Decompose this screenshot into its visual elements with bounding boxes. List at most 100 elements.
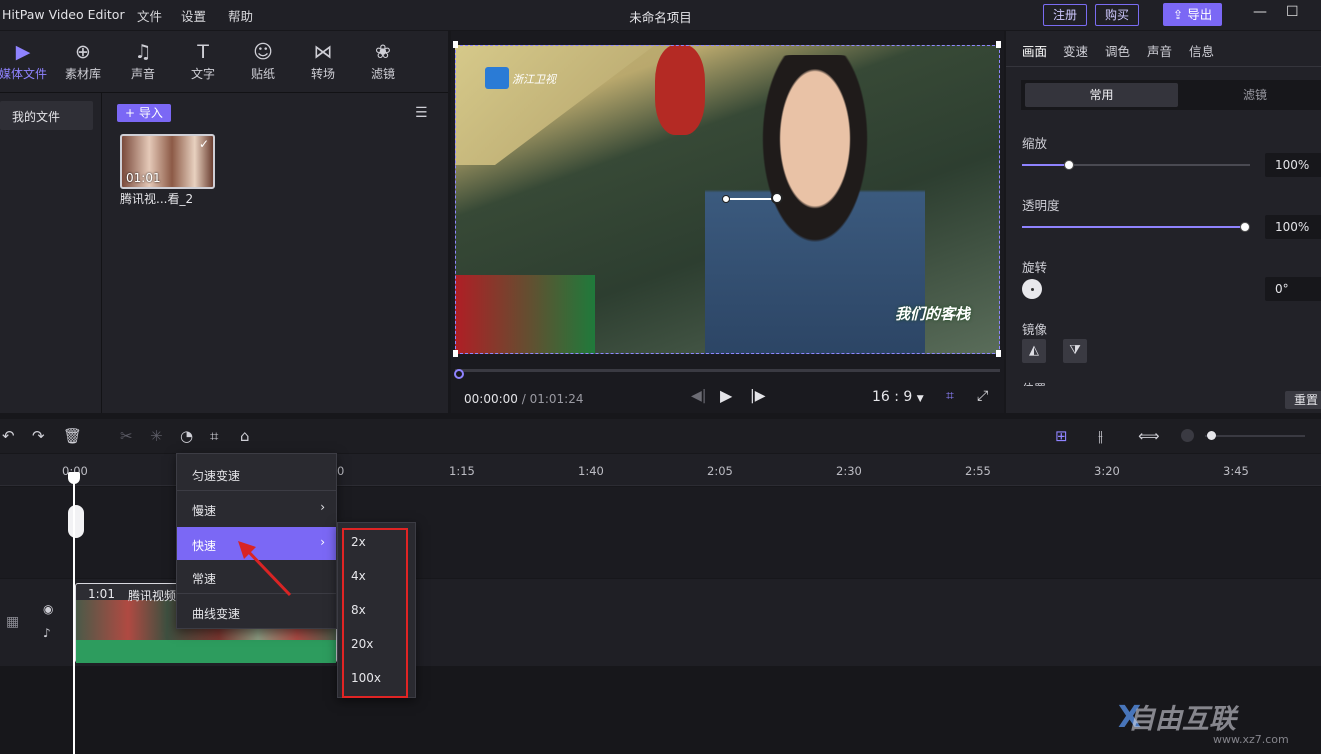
zoom-slider-knob[interactable]: [1207, 431, 1216, 440]
next-frame-icon[interactable]: |▶: [750, 388, 765, 404]
tab-picture[interactable]: 画面: [1022, 41, 1047, 60]
export-button[interactable]: ⇪ 导出: [1163, 3, 1222, 26]
buy-button[interactable]: 购买: [1095, 4, 1139, 26]
library-icon: ⊕: [75, 41, 91, 63]
resize-handle[interactable]: [453, 41, 458, 48]
thumbnail-name: 腾讯视...看_2: [120, 192, 194, 206]
crop-icon[interactable]: ⌗: [210, 427, 218, 445]
rotate-dial[interactable]: [1022, 279, 1042, 299]
zoom-slider[interactable]: [1205, 435, 1305, 437]
prev-frame-icon[interactable]: ◀|: [691, 388, 706, 404]
opacity-label: 透明度: [1022, 198, 1060, 213]
check-icon: ✓: [199, 137, 210, 151]
tab-library-label: 素材库: [64, 67, 101, 81]
menu-item-slow[interactable]: 慢速 ›: [177, 492, 336, 525]
resize-handle[interactable]: [996, 41, 1001, 48]
tab-transition[interactable]: ⋈ 转场: [293, 40, 353, 82]
register-button[interactable]: 注册: [1043, 4, 1087, 26]
selection-frame: [455, 45, 1000, 354]
mirror-label: 镜像: [1022, 322, 1048, 337]
tab-media-label: 媒体文件: [0, 67, 47, 81]
import-button[interactable]: + 导入: [117, 104, 171, 122]
ruler-label: 1:15: [449, 464, 475, 478]
opacity-slider-fill[interactable]: [1022, 226, 1244, 228]
flip-horizontal-icon[interactable]: ◭: [1022, 339, 1046, 363]
film-icon: ▦: [6, 614, 20, 630]
sticker-icon: ☺: [253, 41, 273, 63]
maximize-icon[interactable]: ☐: [1286, 4, 1299, 20]
scale-value[interactable]: 100%: [1265, 153, 1321, 177]
fullscreen-icon[interactable]: ⤢: [977, 388, 988, 404]
tab-speed[interactable]: 变速: [1063, 41, 1088, 60]
progress-knob[interactable]: [454, 369, 464, 379]
cut-icon[interactable]: ✂: [120, 427, 133, 445]
tab-library[interactable]: ⊕ 素材库: [53, 40, 113, 82]
volume-icon[interactable]: ♪: [43, 626, 51, 640]
aspect-ratio-value: 16 : 9: [872, 389, 913, 405]
tab-text[interactable]: T 文字: [173, 40, 233, 82]
music-icon: ♫: [134, 41, 152, 63]
scissors-marker-icon[interactable]: [68, 505, 84, 538]
snap-icon[interactable]: ⊞: [1055, 427, 1068, 445]
my-files-item[interactable]: 我的文件: [0, 101, 93, 130]
preview-progress-bar[interactable]: [455, 369, 1000, 372]
aspect-ratio-select[interactable]: 16 : 9 ▼: [872, 389, 924, 405]
export-icon: ⇪: [1172, 7, 1184, 22]
delete-icon[interactable]: 🗑: [63, 427, 82, 445]
filter-icon: ❀: [375, 41, 391, 63]
rotate-value[interactable]: 0°: [1265, 277, 1321, 301]
tab-audio[interactable]: 声音: [1147, 41, 1172, 60]
tab-sticker[interactable]: ☺ 贴纸: [233, 40, 293, 82]
annotation-arrow-icon: [238, 541, 292, 597]
transition-icon: ⋈: [313, 41, 333, 63]
rotate-dial-dot: [1031, 288, 1034, 291]
tab-sound-label: 声音: [130, 67, 155, 81]
redo-icon[interactable]: ↷: [32, 427, 45, 445]
menu-item-slow-label: 慢速: [192, 504, 217, 518]
menu-item-uniform-speed[interactable]: 匀速变速: [177, 457, 336, 490]
split-align-icon[interactable]: ⫲: [1098, 427, 1103, 445]
scale-slider-knob[interactable]: [1064, 160, 1074, 170]
segment-common[interactable]: 常用: [1025, 83, 1178, 107]
ruler-label: 2:05: [707, 464, 733, 478]
current-time: 00:00:00: [464, 392, 518, 406]
clip-duration: 1:01: [88, 587, 115, 601]
playhead[interactable]: [73, 474, 75, 754]
ruler-label: 2:30: [836, 464, 862, 478]
ruler-label: 1:40: [578, 464, 604, 478]
chevron-down-icon: ▼: [916, 394, 924, 404]
minimize-icon[interactable]: —: [1253, 4, 1267, 20]
tab-info[interactable]: 信息: [1189, 41, 1214, 60]
chevron-right-icon: ›: [320, 500, 325, 514]
total-time: / 01:01:24: [521, 392, 584, 406]
chevron-right-icon: ›: [320, 535, 325, 549]
fit-timeline-icon[interactable]: ⟺: [1138, 427, 1160, 445]
zoom-out-icon[interactable]: [1181, 429, 1194, 442]
menu-item-fast-label: 快速: [192, 539, 217, 553]
title-bar: HitPaw Video Editor 文件 设置 帮助 未命名项目 注册 购买…: [0, 0, 1321, 30]
resize-handle[interactable]: [996, 350, 1001, 357]
sort-icon[interactable]: ☰: [415, 105, 428, 121]
segment-filter[interactable]: 滤镜: [1180, 83, 1321, 107]
tab-transition-label: 转场: [310, 67, 335, 81]
tab-text-label: 文字: [190, 67, 215, 81]
panel-footer: [1006, 386, 1321, 413]
opacity-slider-knob[interactable]: [1240, 222, 1250, 232]
tab-sticker-label: 贴纸: [250, 67, 275, 81]
flip-vertical-icon[interactable]: ⧩: [1063, 339, 1087, 363]
opacity-value[interactable]: 100%: [1265, 215, 1321, 239]
freeze-icon[interactable]: ✳: [150, 427, 163, 445]
reset-button[interactable]: 重置: [1285, 391, 1321, 409]
ruler-label: 0: [337, 464, 345, 478]
eye-icon[interactable]: ◉: [43, 602, 53, 616]
resize-handle[interactable]: [453, 350, 458, 357]
tab-filter[interactable]: ❀ 滤镜: [353, 40, 413, 82]
speed-icon[interactable]: ◔: [180, 427, 193, 445]
marker-icon[interactable]: ⌂: [240, 427, 250, 445]
crop-frame-icon[interactable]: ⌗: [946, 388, 954, 404]
tab-media[interactable]: ▶ 媒体文件: [0, 40, 53, 82]
tab-color[interactable]: 调色: [1105, 41, 1130, 60]
undo-icon[interactable]: ↶: [2, 427, 15, 445]
play-icon[interactable]: ▶: [720, 386, 732, 405]
tab-sound[interactable]: ♫ 声音: [113, 40, 173, 82]
